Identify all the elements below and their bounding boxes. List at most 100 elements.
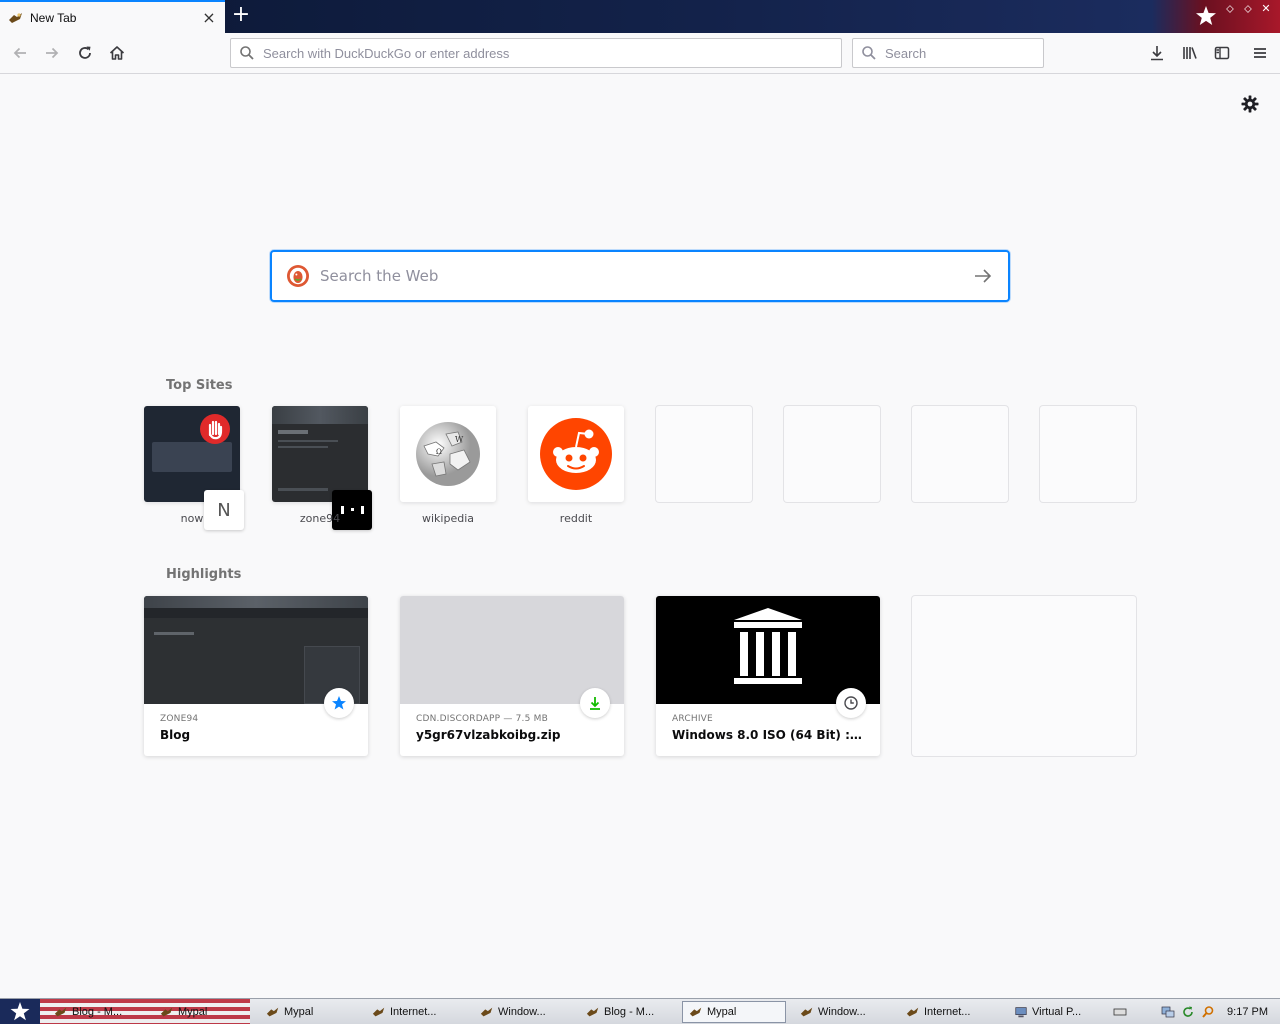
highlight-card[interactable]: ZONE94 Blog <box>144 596 368 756</box>
taskbar-item-label: Virtual P... <box>1032 1006 1082 1018</box>
taskbar-item-label: Mypal <box>284 1006 314 1018</box>
mypal-app-icon <box>586 1007 599 1017</box>
tab-title: New Tab <box>30 10 77 25</box>
taskbar-item-label: Blog - M... <box>72 1006 123 1018</box>
top-site-tile[interactable]: W Ω wikipedia <box>400 406 496 526</box>
mypal-favicon-icon <box>9 12 22 23</box>
taskbar-item[interactable]: Mypal <box>154 1001 254 1023</box>
taskbar-item-label: Mypal <box>707 1006 737 1018</box>
new-tab-button[interactable]: + <box>230 4 252 27</box>
taskbar-item[interactable]: Window... <box>474 1001 578 1023</box>
library-button[interactable] <box>1176 39 1204 67</box>
url-input[interactable] <box>263 45 841 61</box>
start-button[interactable] <box>0 999 40 1024</box>
tab-close-icon[interactable]: × <box>201 9 217 26</box>
stop-hand-icon <box>200 414 230 444</box>
empty-top-site <box>784 406 880 526</box>
taskbar-item[interactable]: Internet... <box>900 1001 1004 1023</box>
history-badge <box>836 688 866 718</box>
svg-text:W: W <box>455 435 464 444</box>
highlight-card[interactable]: ARCHIVE Windows 8.0 ISO (64 Bit) : Micro… <box>656 596 880 756</box>
library-icon <box>1183 47 1197 59</box>
taskbar-item[interactable]: Internet... <box>366 1001 470 1023</box>
top-sites-heading: Top Sites <box>166 378 233 393</box>
search-input[interactable] <box>885 45 1061 61</box>
mypal-app-icon <box>160 1007 173 1017</box>
menu-button[interactable] <box>1246 39 1274 67</box>
back-button[interactable] <box>6 39 34 67</box>
card-source: ARCHIVE <box>672 714 713 724</box>
minimize-button[interactable]: ⬦ <box>1224 3 1236 15</box>
home-icon <box>109 46 125 60</box>
card-title: Windows 8.0 ISO (64 Bit) : Micro... <box>672 728 864 742</box>
mypal-app-icon <box>689 1007 702 1017</box>
top-site-label: reddit <box>559 512 593 525</box>
site-thumbnail <box>144 406 240 502</box>
top-site-tile[interactable]: reddit <box>528 406 624 526</box>
wikipedia-globe-icon: W Ω <box>416 422 480 486</box>
web-search-box[interactable] <box>270 250 1010 302</box>
star-emblem-icon <box>1196 6 1216 25</box>
download-badge <box>580 688 610 718</box>
downloads-button[interactable] <box>1143 39 1171 67</box>
mypal-app-icon <box>266 1007 279 1017</box>
star-start-icon <box>10 1002 30 1021</box>
empty-top-site <box>912 406 1008 526</box>
taskbar-item-label: Blog - M... <box>604 1006 655 1018</box>
web-search-input[interactable] <box>320 267 972 285</box>
taskbar-item-label: Mypal <box>178 1006 208 1018</box>
tab-new-tab[interactable]: New Tab × <box>0 0 225 33</box>
network-icon[interactable] <box>1161 1005 1175 1019</box>
refresh-tray-icon[interactable] <box>1181 1005 1195 1019</box>
window-controls: ⬦ ⬦ ✕ <box>1224 3 1272 15</box>
forward-arrow-icon <box>46 47 59 59</box>
close-window-button[interactable]: ✕ <box>1260 3 1272 15</box>
taskbar-item[interactable]: Blog - M... <box>580 1001 680 1023</box>
top-site-tile[interactable]: N now <box>144 406 244 530</box>
taskbar: Blog - M... Mypal Mypal Internet... Wind… <box>0 998 1280 1024</box>
top-site-label: zone94 <box>299 512 341 525</box>
search-bar[interactable] <box>852 38 1061 68</box>
archive-building-icon <box>734 608 802 684</box>
download-icon <box>1151 46 1163 61</box>
system-tray: 9:17 PM <box>1105 999 1280 1024</box>
hamburger-menu-icon <box>1254 48 1266 58</box>
reload-button[interactable] <box>71 39 99 67</box>
site-thumbnail: W Ω <box>400 406 496 502</box>
mypal-app-icon <box>480 1007 493 1017</box>
highlights-heading: Highlights <box>166 567 242 582</box>
clock[interactable]: 9:17 PM <box>1227 1006 1268 1018</box>
empty-tile <box>784 406 880 502</box>
top-site-label: now <box>180 512 204 525</box>
virtual-pc-icon <box>1015 1007 1027 1018</box>
forward-button[interactable] <box>38 39 66 67</box>
url-bar[interactable] <box>230 38 842 68</box>
duckduckgo-logo-icon <box>287 265 309 287</box>
top-site-tile[interactable]: zone94 <box>272 406 372 530</box>
back-arrow-icon <box>13 47 26 59</box>
taskbar-item[interactable]: Window... <box>794 1001 898 1023</box>
maximize-button[interactable]: ⬦ <box>1242 3 1254 15</box>
sidebar-button[interactable] <box>1208 39 1236 67</box>
highlights-grid: ZONE94 Blog CDN.DISCORDAPP — 7.5 MB y5gr… <box>144 596 1136 761</box>
mypal-app-icon <box>906 1007 919 1017</box>
empty-top-site <box>656 406 752 526</box>
taskbar-item[interactable]: Mypal <box>260 1001 360 1023</box>
search-tray-icon[interactable] <box>1201 1005 1215 1019</box>
bookmark-star-icon <box>332 696 346 710</box>
gear-icon[interactable] <box>1240 94 1260 114</box>
taskbar-item[interactable]: Virtual P... <box>1008 1001 1108 1023</box>
search-icon <box>861 45 877 61</box>
taskbar-item-active[interactable]: Mypal <box>682 1001 786 1023</box>
card-title: y5gr67vlzabkoibg.zip <box>416 728 561 742</box>
card-title: Blog <box>160 728 191 742</box>
search-go-arrow-icon[interactable] <box>972 265 994 287</box>
mypal-app-icon <box>54 1007 67 1017</box>
home-button[interactable] <box>103 39 131 67</box>
highlight-card[interactable]: CDN.DISCORDAPP — 7.5 MB y5gr67vlzabkoibg… <box>400 596 624 756</box>
top-sites-grid: N now zone94 W Ω wikipedia reddit <box>144 406 1136 536</box>
card-source: ZONE94 <box>160 714 199 724</box>
keyboard-icon[interactable] <box>1113 1005 1127 1019</box>
history-clock-icon <box>844 696 858 710</box>
taskbar-item[interactable]: Blog - M... <box>48 1001 148 1023</box>
